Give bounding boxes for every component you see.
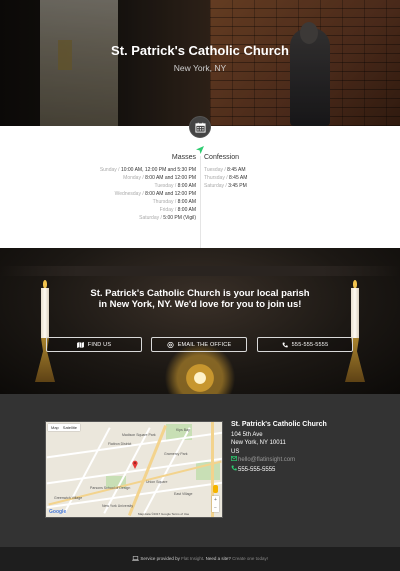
country: US	[231, 448, 240, 455]
phone-row: 555-555-5555	[231, 464, 327, 475]
column-divider	[200, 156, 201, 248]
google-logo: Google	[49, 509, 67, 515]
address-block: St. Patrick's Catholic Church 104 5th Av…	[231, 421, 327, 474]
email-icon	[167, 341, 174, 348]
street-address: 104 5th Ave	[231, 431, 263, 438]
list-item: Monday / 8:00 AM and 12:00 PM	[123, 175, 196, 181]
flat-insight-link[interactable]: Flat Insight	[181, 556, 203, 561]
phone-button[interactable]: 555-555-5555	[257, 337, 353, 352]
list-item: Tuesday / 8:45 AM	[204, 167, 246, 173]
street-view-icon[interactable]	[213, 485, 218, 493]
map-type-control[interactable]: Map Satellite	[48, 424, 81, 431]
welcome-headline: St. Patrick's Catholic Church is your lo…	[90, 288, 310, 310]
phone-link[interactable]: 555-555-5555	[238, 467, 275, 473]
list-item: Thursday / 8:00 AM	[152, 199, 196, 205]
masses-heading: Masses	[171, 154, 196, 161]
phone-icon	[282, 341, 288, 347]
zoom-in-icon[interactable]: +	[212, 496, 219, 504]
list-item: Saturday / 3:45 PM	[204, 183, 247, 189]
map-type-map[interactable]: Map	[51, 425, 59, 430]
church-name: St. Patrick's Catholic Church	[231, 421, 327, 428]
phone-icon	[231, 464, 238, 475]
map-type-satellite[interactable]: Satellite	[63, 425, 77, 430]
welcome-banner: St. Patrick's Catholic Church is your lo…	[0, 248, 400, 394]
confession-heading: Confession	[204, 154, 240, 161]
zoom-out-icon[interactable]: −	[212, 504, 219, 512]
site-footer: Service provided by Flat Insight. Need a…	[0, 547, 400, 571]
page-subtitle: New York, NY	[173, 63, 227, 73]
hero-banner: St. Patrick's Catholic Church New York, …	[0, 0, 400, 126]
candle-image	[41, 280, 49, 338]
city-state-zip: New York, NY 10011	[231, 440, 286, 446]
calendar-icon	[189, 116, 211, 138]
google-map[interactable]: Map Satellite Kips Bay Flatiron District…	[45, 421, 223, 518]
candle-image	[351, 280, 359, 338]
footer-prefix: Service provided by	[140, 556, 180, 561]
list-item: Friday / 8:00 AM	[159, 207, 196, 213]
zoom-control[interactable]: + −	[212, 496, 219, 512]
masses-schedule: Masses Sunday / 10:00 AM, 12:00 PM and 5…	[100, 154, 196, 222]
map-icon	[76, 341, 84, 348]
footer-question: . Need a site?	[203, 556, 231, 561]
find-us-button[interactable]: FIND US	[46, 337, 142, 352]
map-attribution[interactable]: Map data ©2017 Google Terms of Use	[138, 512, 189, 516]
list-item: Saturday / 5:00 PM (Vigil)	[139, 215, 196, 221]
email-row: hello@flatinsight.com	[231, 456, 327, 465]
list-item: Sunday / 10:00 AM, 12:00 PM and 5:30 PM	[99, 167, 196, 173]
page-title: St. Patrick's Catholic Church	[111, 43, 289, 58]
list-item: Tuesday / 8:00 AM	[154, 183, 196, 189]
create-site-link[interactable]: Create one today!	[232, 556, 268, 561]
location-arrow-icon	[195, 142, 205, 160]
list-item: Wednesday / 8:00 AM and 12:00 PM	[114, 191, 196, 197]
envelope-icon	[231, 456, 238, 465]
email-link[interactable]: hello@flatinsight.com	[238, 457, 295, 463]
list-item: Thursday / 8:45 AM	[204, 175, 248, 181]
confession-schedule: Confession Tuesday / 8:45 AM Thursday / …	[204, 154, 247, 190]
map-pin-icon[interactable]	[132, 460, 138, 469]
email-office-button[interactable]: EMAIL THE OFFICE	[151, 337, 247, 352]
location-section: Map Satellite Kips Bay Flatiron District…	[0, 394, 400, 547]
